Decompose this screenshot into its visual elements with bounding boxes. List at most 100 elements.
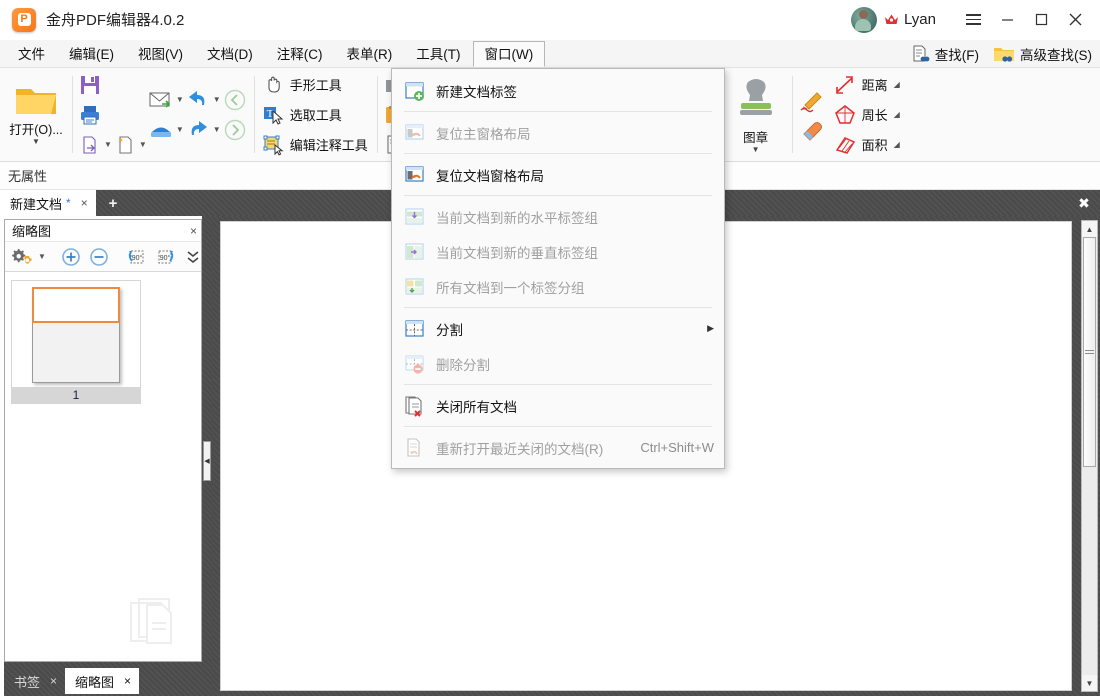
open-folder-icon bbox=[16, 89, 56, 114]
save-button[interactable] bbox=[77, 71, 103, 99]
menu-comment[interactable]: 注释(C) bbox=[265, 41, 335, 67]
undo-button[interactable] bbox=[184, 86, 212, 114]
print-button[interactable] bbox=[77, 101, 103, 129]
perimeter-measure-button[interactable]: 周长 ◢ bbox=[829, 101, 904, 129]
panel-tab-bookmarks-close-icon[interactable]: × bbox=[50, 674, 57, 688]
rotate-left-90-icon[interactable]: 90° bbox=[124, 243, 150, 271]
menu-file[interactable]: 文件 bbox=[6, 41, 57, 67]
menu-form[interactable]: 表单(R) bbox=[335, 41, 405, 67]
menu-window[interactable]: 窗口(W) bbox=[472, 40, 546, 67]
hand-tool-button[interactable]: 手形工具 bbox=[259, 71, 346, 99]
zoom-out-icon[interactable] bbox=[86, 243, 112, 271]
close-all-tabs-button[interactable]: ✖ bbox=[1071, 192, 1097, 214]
scrollbar-track[interactable] bbox=[1082, 237, 1097, 675]
new-document-icon bbox=[118, 135, 132, 154]
document-modified-indicator: * bbox=[66, 196, 71, 210]
menu-item-new-doc-tab[interactable]: 新建文档标签 bbox=[392, 73, 724, 108]
menu-item-merge-tab-group-label: 所有文档到一个标签分组 bbox=[436, 280, 585, 296]
thumbnail-panel-close-icon[interactable]: × bbox=[190, 224, 197, 238]
new-doc-dropdown-caret-icon[interactable]: ▼ bbox=[139, 140, 147, 149]
panel-splitter[interactable]: ◀ bbox=[202, 216, 212, 696]
eraser-tool-button[interactable] bbox=[797, 116, 829, 144]
select-tool-button[interactable]: T 选取工具 bbox=[259, 101, 346, 129]
stamp-button[interactable]: 图章 ▼ bbox=[725, 72, 787, 158]
menu-item-vertical-tab-group[interactable]: 当前文档到新的垂直标签组 bbox=[392, 234, 724, 269]
menu-item-horizontal-tab-group[interactable]: 当前文档到新的水平标签组 bbox=[392, 199, 724, 234]
new-tab-button[interactable]: + bbox=[102, 193, 124, 213]
menu-item-remove-split[interactable]: 删除分割 bbox=[392, 346, 724, 381]
menu-item-merge-tab-group[interactable]: 所有文档到一个标签分组 bbox=[392, 269, 724, 304]
settings-dropdown-caret-icon[interactable]: ▼ bbox=[38, 252, 46, 261]
document-tab-close-icon[interactable]: × bbox=[81, 196, 88, 210]
edit-annotation-icon bbox=[263, 135, 284, 155]
menu-item-new-doc-tab-label: 新建文档标签 bbox=[436, 84, 517, 100]
scroll-down-arrow-icon[interactable]: ▼ bbox=[1082, 675, 1097, 691]
toolbar-group-open: 打开(O)... ▼ bbox=[0, 68, 72, 161]
app-title: 金舟PDF编辑器4.0.2 bbox=[46, 12, 185, 29]
thumbnail-list[interactable]: 1 bbox=[5, 272, 201, 661]
menu-edit[interactable]: 编辑(E) bbox=[57, 41, 126, 67]
redo-dropdown-caret-icon[interactable]: ▼ bbox=[213, 125, 221, 134]
minimize-button[interactable] bbox=[990, 2, 1024, 38]
vip-crown-icon bbox=[884, 13, 899, 26]
export-doc-button[interactable] bbox=[77, 131, 103, 159]
distance-dropdown-caret-icon[interactable]: ◢ bbox=[894, 80, 900, 89]
new-doc-button[interactable] bbox=[112, 131, 138, 159]
menu-view[interactable]: 视图(V) bbox=[126, 41, 195, 67]
open-dropdown-caret-icon[interactable]: ▼ bbox=[32, 138, 40, 146]
advanced-find-button-label: 高级查找(S) bbox=[1020, 48, 1092, 63]
pencil-tool-button[interactable] bbox=[797, 86, 829, 114]
open-button-label: 打开(O)... bbox=[9, 123, 63, 137]
horizontal-tab-group-icon bbox=[404, 206, 426, 228]
vertical-tab-group-icon bbox=[404, 241, 426, 263]
scroll-up-arrow-icon[interactable]: ▲ bbox=[1082, 221, 1097, 237]
toolbar-col-undo: ▼ ▼ bbox=[184, 85, 221, 145]
redo-button[interactable] bbox=[184, 116, 212, 144]
area-measure-button[interactable]: 面积 ◢ bbox=[829, 131, 904, 159]
menu-tools[interactable]: 工具(T) bbox=[404, 41, 472, 67]
toolbar-group-measure: 距离 ◢ 周长 ◢ 面积 ◢ bbox=[791, 68, 909, 161]
scan-dropdown-caret-icon[interactable]: ▼ bbox=[176, 125, 184, 134]
panel-collapse-handle[interactable]: ◀ bbox=[203, 441, 211, 481]
scan-button[interactable] bbox=[147, 116, 175, 144]
menu-item-reopen-closed-doc[interactable]: 重新打开最近关闭的文档(R) Ctrl+Shift+W bbox=[392, 430, 724, 465]
panel-tab-thumbnails-close-icon[interactable]: × bbox=[124, 674, 131, 688]
menu-document[interactable]: 文档(D) bbox=[195, 41, 265, 67]
find-button[interactable]: 查找(F) bbox=[910, 44, 979, 64]
undo-dropdown-caret-icon[interactable]: ▼ bbox=[213, 95, 221, 104]
menu-item-close-all-docs[interactable]: 关闭所有文档 bbox=[392, 388, 724, 423]
edit-annotation-tool-button[interactable]: 编辑注释工具 bbox=[259, 131, 372, 159]
menu-item-split[interactable]: 分割 ▶ bbox=[392, 311, 724, 346]
area-dropdown-caret-icon[interactable]: ◢ bbox=[894, 140, 900, 149]
panel-tab-thumbnails[interactable]: 缩略图 × bbox=[65, 668, 140, 694]
avatar[interactable] bbox=[851, 6, 878, 33]
panel-tab-bookmarks[interactable]: 书签 × bbox=[4, 668, 65, 694]
open-button[interactable]: 打开(O)... ▼ bbox=[5, 72, 67, 158]
vertical-scrollbar[interactable]: ▲ ▼ bbox=[1081, 220, 1098, 692]
scrollbar-thumb[interactable] bbox=[1083, 237, 1096, 467]
rotate-right-90-icon[interactable]: 90° bbox=[152, 243, 178, 271]
email-button[interactable] bbox=[147, 86, 175, 114]
menu-item-reset-main-pane[interactable]: 复位主窗格布局 bbox=[392, 115, 724, 150]
properties-text: 无属性 bbox=[8, 169, 48, 184]
svg-text:90°: 90° bbox=[132, 254, 143, 262]
next-view-button[interactable] bbox=[221, 116, 249, 144]
zoom-in-icon[interactable] bbox=[58, 243, 84, 271]
perimeter-icon bbox=[834, 104, 855, 124]
split-icon bbox=[404, 318, 426, 340]
email-dropdown-caret-icon[interactable]: ▼ bbox=[176, 95, 184, 104]
previous-view-button[interactable] bbox=[221, 86, 249, 114]
close-button[interactable] bbox=[1058, 2, 1092, 38]
settings-gear-icon[interactable] bbox=[9, 243, 35, 271]
export-dropdown-caret-icon[interactable]: ▼ bbox=[104, 140, 112, 149]
main-menu-icon[interactable] bbox=[956, 2, 990, 38]
close-all-docs-icon bbox=[404, 395, 426, 417]
thumbnail-item[interactable]: 1 bbox=[11, 280, 141, 404]
document-tab[interactable]: 新建文档 * × bbox=[0, 190, 96, 216]
menu-item-reset-doc-pane[interactable]: 复位文档窗格布局 bbox=[392, 157, 724, 192]
perimeter-dropdown-caret-icon[interactable]: ◢ bbox=[894, 110, 900, 119]
distance-measure-button[interactable]: 距离 ◢ bbox=[829, 71, 904, 99]
stamp-dropdown-caret-icon[interactable]: ▼ bbox=[752, 146, 760, 154]
advanced-find-button[interactable]: 高级查找(S) bbox=[993, 44, 1092, 64]
maximize-button[interactable] bbox=[1024, 2, 1058, 38]
